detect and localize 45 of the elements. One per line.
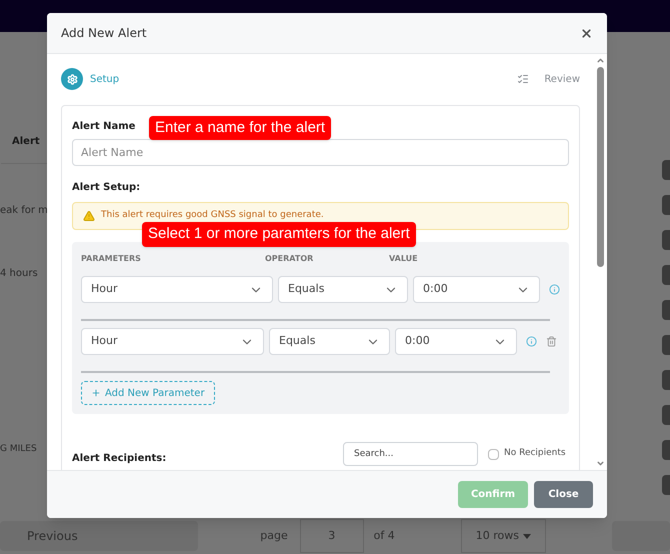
plus-icon (91, 388, 101, 398)
warning-text: This alert requires good GNSS signal to generate. (101, 209, 324, 222)
caret-icon (522, 534, 531, 538)
table-cell-text: 4 hours (0, 267, 38, 281)
dropdown[interactable]: Hour (81, 328, 264, 355)
column-header: PARAMETERS (81, 253, 142, 265)
page-count: of 4 (374, 528, 395, 544)
table-cell-text: eak for m (0, 204, 48, 218)
dialog-title: Add New Alert (61, 25, 147, 42)
previous-button[interactable]: Previous (0, 521, 198, 551)
close-icon[interactable] (580, 26, 593, 40)
page-field[interactable]: 3 (300, 519, 364, 553)
scroll-down-icon[interactable] (596, 459, 604, 468)
add-parameter-button[interactable]: Add New Parameter (81, 381, 215, 405)
info-icon[interactable] (526, 336, 537, 347)
rows-dropdown[interactable]: 10 rows (460, 519, 546, 553)
column-header: OPERATOR (265, 253, 314, 265)
search-field[interactable]: Search... (343, 442, 478, 466)
column-header: VALUE (389, 253, 418, 265)
step-tab[interactable]: Setup (61, 68, 120, 90)
close-button[interactable]: Close (534, 481, 593, 508)
dropdown[interactable]: Equals (269, 328, 390, 355)
callout-label: Select 1 or more paramters for the alert (142, 222, 416, 247)
column-header: Alert (12, 135, 40, 149)
no-recipients-checkbox[interactable]: No Recipients (488, 447, 566, 461)
checkbox[interactable] (488, 448, 499, 460)
scroll-thumb[interactable] (596, 67, 604, 267)
callout-label: Enter a name for the alert (149, 116, 332, 140)
alert-name-field[interactable]: Alert Name (72, 139, 569, 166)
section-label: Alert Recipients: (72, 452, 168, 466)
dropdown[interactable]: Equals (278, 276, 408, 303)
dropdown[interactable]: 0:00 (395, 328, 517, 355)
table-cell-text: G MILES (0, 443, 37, 456)
trash-icon[interactable] (546, 336, 557, 347)
info-icon[interactable] (549, 284, 560, 295)
gear-icon (61, 68, 83, 90)
field-label: Alert Name (72, 120, 136, 134)
warning-icon (83, 210, 95, 222)
page-label: page (260, 528, 288, 544)
section-label: Alert Setup: (72, 181, 140, 195)
step-tab[interactable]: Review (517, 72, 580, 86)
dropdown[interactable]: 0:00 (413, 276, 540, 303)
checklist-icon (517, 73, 530, 85)
dropdown[interactable]: Hour (81, 276, 273, 303)
scroll-up-icon[interactable] (596, 56, 604, 65)
